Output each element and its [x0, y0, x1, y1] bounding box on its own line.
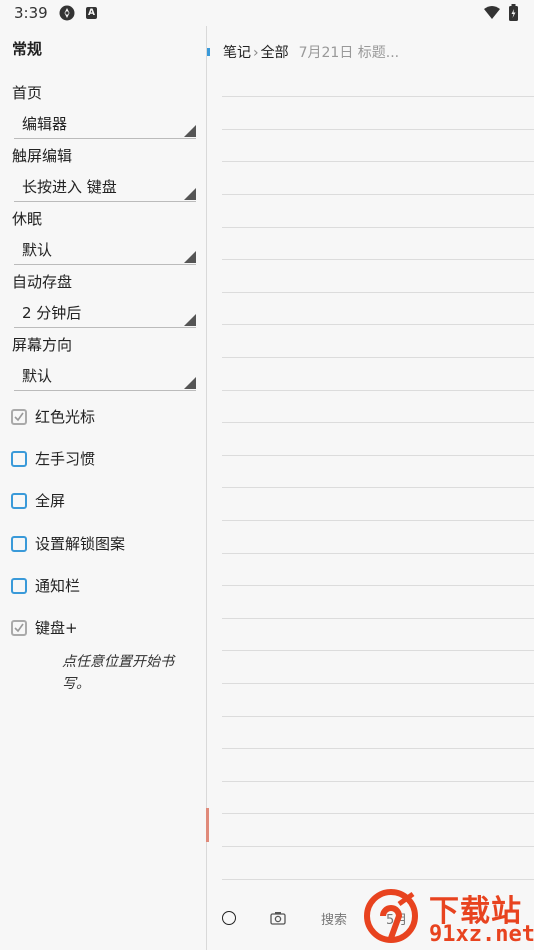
scroll-marker — [206, 808, 209, 842]
dropdown-arrow-icon — [184, 188, 196, 200]
sleep-dropdown[interactable]: 默认 — [14, 236, 196, 265]
ruled-line — [222, 161, 534, 162]
checkbox-icon — [11, 536, 27, 552]
ruled-line — [222, 422, 534, 423]
start-writing-hint: 点任意位置开始书写。 — [62, 654, 174, 692]
setting-label-touch-edit: 触屏编辑 — [12, 147, 73, 165]
a-icon: A — [86, 7, 97, 19]
chevron-right-icon: › — [253, 45, 259, 61]
watermark-logo-icon — [364, 889, 418, 943]
watermark-domain: 91xz.net — [429, 922, 534, 947]
ruled-line — [222, 227, 534, 228]
watermark: 下载站 91xz.net — [363, 884, 534, 950]
dropdown-arrow-icon — [184, 314, 196, 326]
camera-icon[interactable] — [270, 911, 286, 925]
checkbox-label: 通知栏 — [35, 577, 81, 595]
sidebar-title: 常规 — [12, 40, 43, 58]
home-dropdown[interactable]: 编辑器 — [14, 110, 196, 139]
ruled-line — [222, 455, 534, 456]
dropdown-arrow-icon — [184, 377, 196, 389]
checkbox-label: 红色光标 — [35, 408, 96, 426]
note-editor[interactable]: 笔记 › 全部 7月21日 标题... 搜索 5月 — [206, 26, 534, 950]
ruled-line — [222, 553, 534, 554]
checkbox-label: 设置解锁图案 — [35, 535, 126, 553]
ruled-line — [222, 585, 534, 586]
ruled-line — [222, 194, 534, 195]
wifi-icon — [484, 6, 500, 19]
ruled-line — [222, 357, 534, 358]
setting-label-autosave: 自动存盘 — [12, 273, 73, 291]
ruled-line — [222, 487, 534, 488]
ruled-line — [222, 96, 534, 97]
checkbox-icon — [11, 493, 27, 509]
checkbox-icon — [11, 451, 27, 467]
app-icon — [59, 5, 75, 21]
search-button[interactable]: 搜索 — [321, 909, 347, 928]
orientation-dropdown[interactable]: 默认 — [14, 362, 196, 391]
ruled-line — [222, 683, 534, 684]
ruled-line — [222, 748, 534, 749]
setting-label-sleep: 休眠 — [12, 210, 43, 228]
status-bar: 3:39 A — [0, 0, 534, 26]
ruled-line — [222, 716, 534, 717]
checkbox-icon — [11, 578, 27, 594]
dropdown-value: 编辑器 — [22, 115, 68, 133]
ruled-line — [222, 846, 534, 847]
dropdown-value: 2 分钟后 — [22, 304, 82, 322]
checkbox-checked-icon — [11, 620, 27, 636]
dropdown-arrow-icon — [184, 125, 196, 137]
battery-charging-icon — [509, 4, 518, 21]
checkbox-label: 键盘+ — [35, 619, 78, 637]
ruled-line — [222, 879, 534, 880]
breadcrumb-root[interactable]: 笔记 — [223, 45, 251, 61]
dropdown-value: 长按进入 键盘 — [22, 178, 117, 196]
setting-label-home: 首页 — [12, 84, 43, 102]
setting-label-orientation: 屏幕方向 — [12, 336, 73, 354]
checkbox-checked-icon — [11, 409, 27, 425]
ruled-line — [222, 813, 534, 814]
ruled-line — [222, 781, 534, 782]
dropdown-arrow-icon — [184, 251, 196, 263]
ruled-line — [222, 390, 534, 391]
ruled-line — [222, 259, 534, 260]
autosave-dropdown[interactable]: 2 分钟后 — [14, 299, 196, 328]
status-time: 3:39 — [14, 4, 48, 22]
checkbox-label: 左手习惯 — [35, 450, 96, 468]
ruled-line — [222, 650, 534, 651]
ruled-line — [222, 324, 534, 325]
breadcrumb: 笔记 › 全部 7月21日 标题... — [223, 42, 399, 62]
dropdown-value: 默认 — [22, 241, 53, 259]
touch-edit-dropdown[interactable]: 长按进入 键盘 — [14, 173, 196, 202]
breadcrumb-folder[interactable]: 全部 — [261, 45, 289, 61]
circle-button-icon[interactable] — [222, 911, 236, 925]
ruled-line — [222, 292, 534, 293]
breadcrumb-marker — [207, 48, 210, 56]
settings-sidebar: 常规 首页 编辑器 触屏编辑 长按进入 键盘 休眠 默认 自动存盘 2 分钟后 … — [0, 26, 206, 950]
ruled-line — [222, 129, 534, 130]
checkbox-label: 全屏 — [35, 492, 66, 510]
dropdown-value: 默认 — [22, 367, 53, 385]
ruled-line — [222, 520, 534, 521]
ruled-line — [222, 618, 534, 619]
note-title-meta[interactable]: 7月21日 标题... — [299, 45, 400, 61]
